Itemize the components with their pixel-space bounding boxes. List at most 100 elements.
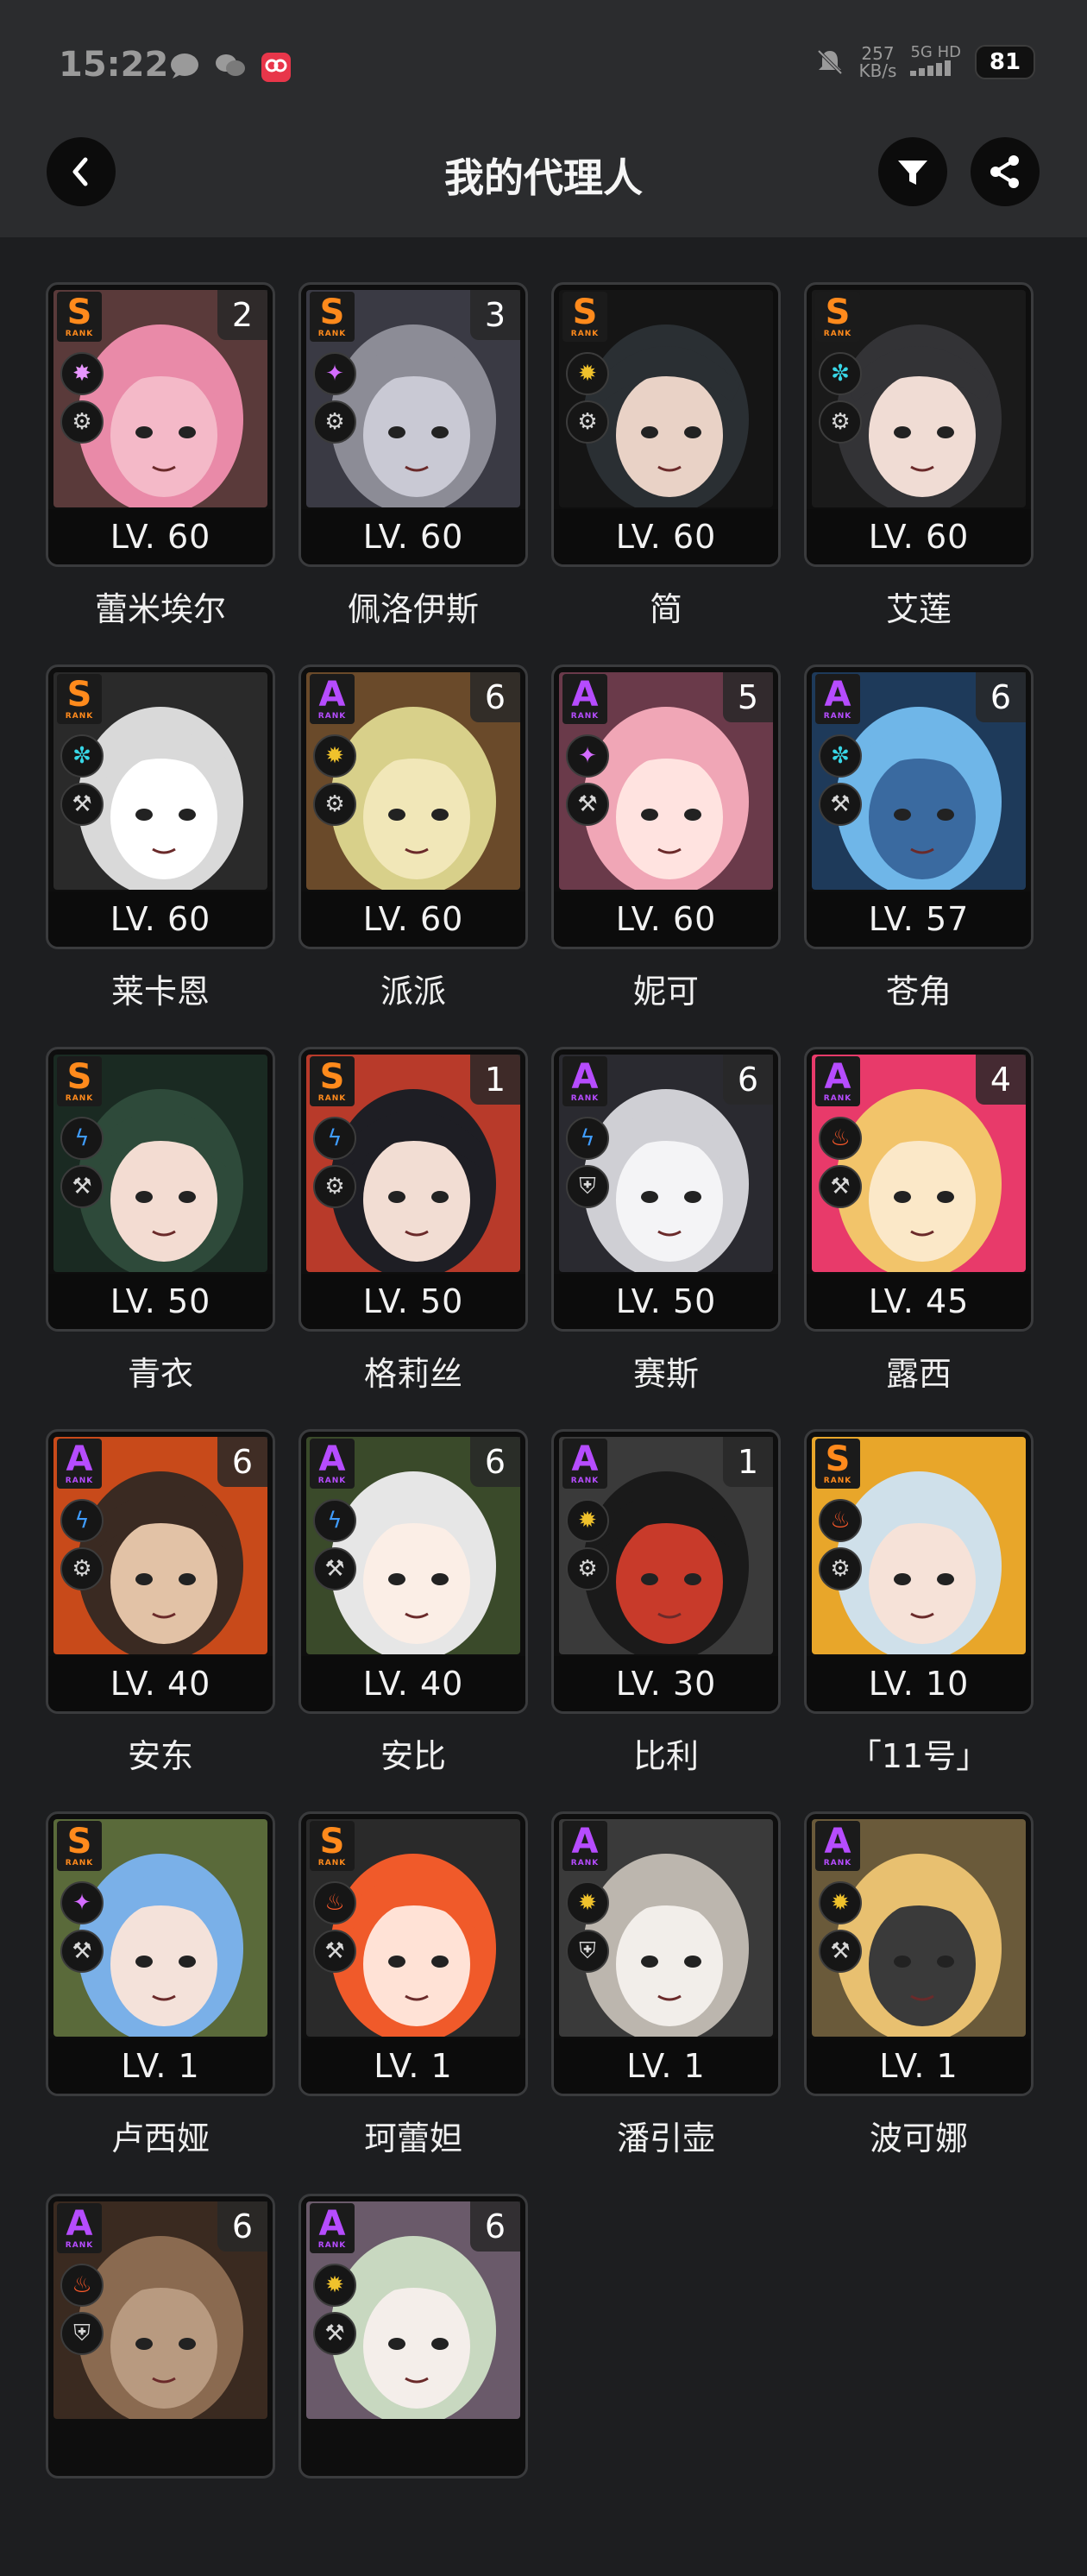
filter-icon xyxy=(898,161,927,185)
rank-badge: A RANK xyxy=(815,674,860,724)
agent-card-frame[interactable]: A RANK 5 ✦ ⚒ LV. 60 xyxy=(551,664,781,949)
agent-card[interactable]: A RANK 6 ϟ ⚒ LV. 40 安比 xyxy=(298,1429,528,1811)
agent-level: LV. 60 xyxy=(301,891,525,947)
net-type: 5G HD xyxy=(910,45,961,79)
share-button[interactable] xyxy=(971,137,1040,206)
agent-card-frame[interactable]: S RANK ♨ ⚙ LV. 10 xyxy=(804,1429,1034,1714)
agent-card[interactable]: S RANK ♨ ⚙ LV. 10 「11号」 xyxy=(804,1429,1034,1811)
agent-card[interactable]: S RANK 2 ✸ ⚙ LV. 60 蕾米埃尔 xyxy=(46,282,275,664)
agent-name: 苍角 xyxy=(885,973,952,1011)
agent-card[interactable]: S RANK ♨ ⚒ LV. 1 珂蕾妲 xyxy=(298,1811,528,2194)
attribute-icon: ✸ xyxy=(60,352,104,395)
rank-sub-label: RANK xyxy=(570,1094,600,1103)
agent-level: LV. 45 xyxy=(807,1274,1031,1329)
attribute-icon: ✼ xyxy=(819,734,862,778)
rank-letter: A xyxy=(824,1057,851,1097)
agent-card[interactable]: A RANK ✹ ⛨ LV. 1 潘引壶 xyxy=(551,1811,781,2194)
net-speed: 257 KB/s xyxy=(858,43,897,81)
attribute-icon: ϟ xyxy=(60,1117,104,1160)
specialty-icon: ⚒ xyxy=(313,2312,356,2355)
agent-level: LV. 60 xyxy=(48,509,273,564)
rank-sub-label: RANK xyxy=(570,330,600,338)
mindscape-count-badge: 6 xyxy=(470,2201,520,2252)
mindscape-count-badge: 1 xyxy=(723,1437,773,1487)
agent-card-frame[interactable]: A RANK 6 ϟ ⛨ LV. 50 xyxy=(551,1047,781,1332)
agent-name: 青衣 xyxy=(127,1355,193,1393)
share-icon xyxy=(990,155,1019,188)
rank-letter: A xyxy=(66,1439,93,1479)
rank-sub-label: RANK xyxy=(317,1859,347,1867)
agent-card-frame[interactable]: A RANK 1 ✹ ⚙ LV. 30 xyxy=(551,1429,781,1714)
specialty-icon: ⚙ xyxy=(313,1165,356,1208)
rank-letter: A xyxy=(66,2204,93,2244)
agent-card[interactable]: S RANK ✦ ⚒ LV. 1 卢西娅 xyxy=(46,1811,275,2194)
agent-card[interactable]: A RANK 6 ✹ ⚙ LV. 60 派派 xyxy=(298,664,528,1047)
rank-letter: S xyxy=(319,1057,345,1097)
rank-letter: A xyxy=(571,1439,599,1479)
agent-name: 妮可 xyxy=(632,973,699,1011)
agent-card-frame[interactable]: S RANK ♨ ⚒ LV. 1 xyxy=(298,1811,528,2096)
agent-card[interactable]: A RANK 5 ✦ ⚒ LV. 60 妮可 xyxy=(551,664,781,1047)
agent-card[interactable]: S RANK ✼ ⚙ LV. 60 艾莲 xyxy=(804,282,1034,664)
rank-sub-label: RANK xyxy=(317,2241,347,2250)
agent-card-frame[interactable]: S RANK ✹ ⚙ LV. 60 xyxy=(551,282,781,567)
agent-card-frame[interactable]: A RANK 6 ✼ ⚒ LV. 57 xyxy=(804,664,1034,949)
agent-card-frame[interactable]: A RANK 6 ✹ ⚒ xyxy=(298,2194,528,2478)
agent-level: LV. 60 xyxy=(554,509,778,564)
agent-card[interactable]: A RANK 6 ϟ ⛨ LV. 50 赛斯 xyxy=(551,1047,781,1429)
agent-card[interactable]: A RANK 6 ϟ ⚙ LV. 40 安东 xyxy=(46,1429,275,1811)
agent-level: LV. 1 xyxy=(48,2038,273,2094)
agent-card-frame[interactable]: S RANK 2 ✸ ⚙ LV. 60 xyxy=(46,282,275,567)
attribute-icon: ✹ xyxy=(313,734,356,778)
agent-card[interactable]: A RANK 6 ♨ ⛨ xyxy=(46,2194,275,2576)
attribute-icon: ♨ xyxy=(819,1117,862,1160)
agent-name: 潘引壶 xyxy=(616,2119,715,2157)
rank-badge: A RANK xyxy=(57,1439,102,1489)
agent-card[interactable]: S RANK ✹ ⚙ LV. 60 简 xyxy=(551,282,781,664)
agent-card-frame[interactable]: A RANK 6 ✹ ⚙ LV. 60 xyxy=(298,664,528,949)
rank-letter: A xyxy=(318,2204,346,2244)
agent-card-frame[interactable]: A RANK 6 ϟ ⚒ LV. 40 xyxy=(298,1429,528,1714)
rank-badge: A RANK xyxy=(310,2203,355,2253)
agent-name: 简 xyxy=(649,590,682,628)
agent-card-frame[interactable]: S RANK 3 ✦ ⚙ LV. 60 xyxy=(298,282,528,567)
agent-card-frame[interactable]: A RANK 6 ♨ ⛨ xyxy=(46,2194,275,2478)
agent-card[interactable]: S RANK ϟ ⚒ LV. 50 青衣 xyxy=(46,1047,275,1429)
attribute-icon: ✹ xyxy=(566,1499,609,1542)
agent-card[interactable]: S RANK 1 ϟ ⚙ LV. 50 格莉丝 xyxy=(298,1047,528,1429)
agent-card[interactable]: A RANK 4 ♨ ⚒ LV. 45 露西 xyxy=(804,1047,1034,1429)
rank-badge: A RANK xyxy=(815,1821,860,1871)
rank-letter: S xyxy=(572,293,598,332)
agent-card-frame[interactable]: A RANK 4 ♨ ⚒ LV. 45 xyxy=(804,1047,1034,1332)
specialty-icon: ⛨ xyxy=(60,2312,104,2355)
agent-level: LV. 50 xyxy=(554,1274,778,1329)
agent-card-frame[interactable]: A RANK ✹ ⚒ LV. 1 xyxy=(804,1811,1034,2096)
agent-name: 格莉丝 xyxy=(363,1355,462,1393)
agent-card-frame[interactable]: S RANK ✼ ⚙ LV. 60 xyxy=(804,282,1034,567)
status-right: 257 KB/s 5G HD 81 xyxy=(815,45,1035,79)
agent-card-frame[interactable]: S RANK ϟ ⚒ LV. 50 xyxy=(46,1047,275,1332)
agent-level: LV. 50 xyxy=(301,1274,525,1329)
agent-card[interactable]: S RANK 3 ✦ ⚙ LV. 60 佩洛伊斯 xyxy=(298,282,528,664)
agent-card-frame[interactable]: A RANK 6 ϟ ⚙ LV. 40 xyxy=(46,1429,275,1714)
agent-card[interactable]: S RANK ✼ ⚒ LV. 60 莱卡恩 xyxy=(46,664,275,1047)
agent-card-frame[interactable]: S RANK 1 ϟ ⚙ LV. 50 xyxy=(298,1047,528,1332)
agent-card[interactable]: A RANK 1 ✹ ⚙ LV. 30 比利 xyxy=(551,1429,781,1811)
agent-card[interactable]: A RANK 6 ✼ ⚒ LV. 57 苍角 xyxy=(804,664,1034,1047)
agent-card-frame[interactable]: S RANK ✦ ⚒ LV. 1 xyxy=(46,1811,275,2096)
attribute-icon: ♨ xyxy=(313,1881,356,1924)
agent-card-frame[interactable]: S RANK ✼ ⚒ LV. 60 xyxy=(46,664,275,949)
agent-card[interactable]: A RANK ✹ ⚒ LV. 1 波可娜 xyxy=(804,1811,1034,2194)
agent-card[interactable]: A RANK 6 ✹ ⚒ xyxy=(298,2194,528,2576)
specialty-icon: ⚙ xyxy=(819,1547,862,1590)
agent-card-frame[interactable]: A RANK ✹ ⛨ LV. 1 xyxy=(551,1811,781,2096)
specialty-icon: ⚒ xyxy=(60,783,104,826)
rank-letter: A xyxy=(318,675,346,715)
filter-button[interactable] xyxy=(878,137,947,206)
attribute-icon: ✹ xyxy=(819,1881,862,1924)
agent-level: LV. 1 xyxy=(301,2038,525,2094)
specialty-icon: ⚙ xyxy=(819,400,862,444)
status-bar: 15:22 257 KB/s 5G HD 81 xyxy=(0,0,1087,129)
agent-name: 蕾米埃尔 xyxy=(94,590,226,628)
rank-letter: S xyxy=(825,1439,851,1479)
